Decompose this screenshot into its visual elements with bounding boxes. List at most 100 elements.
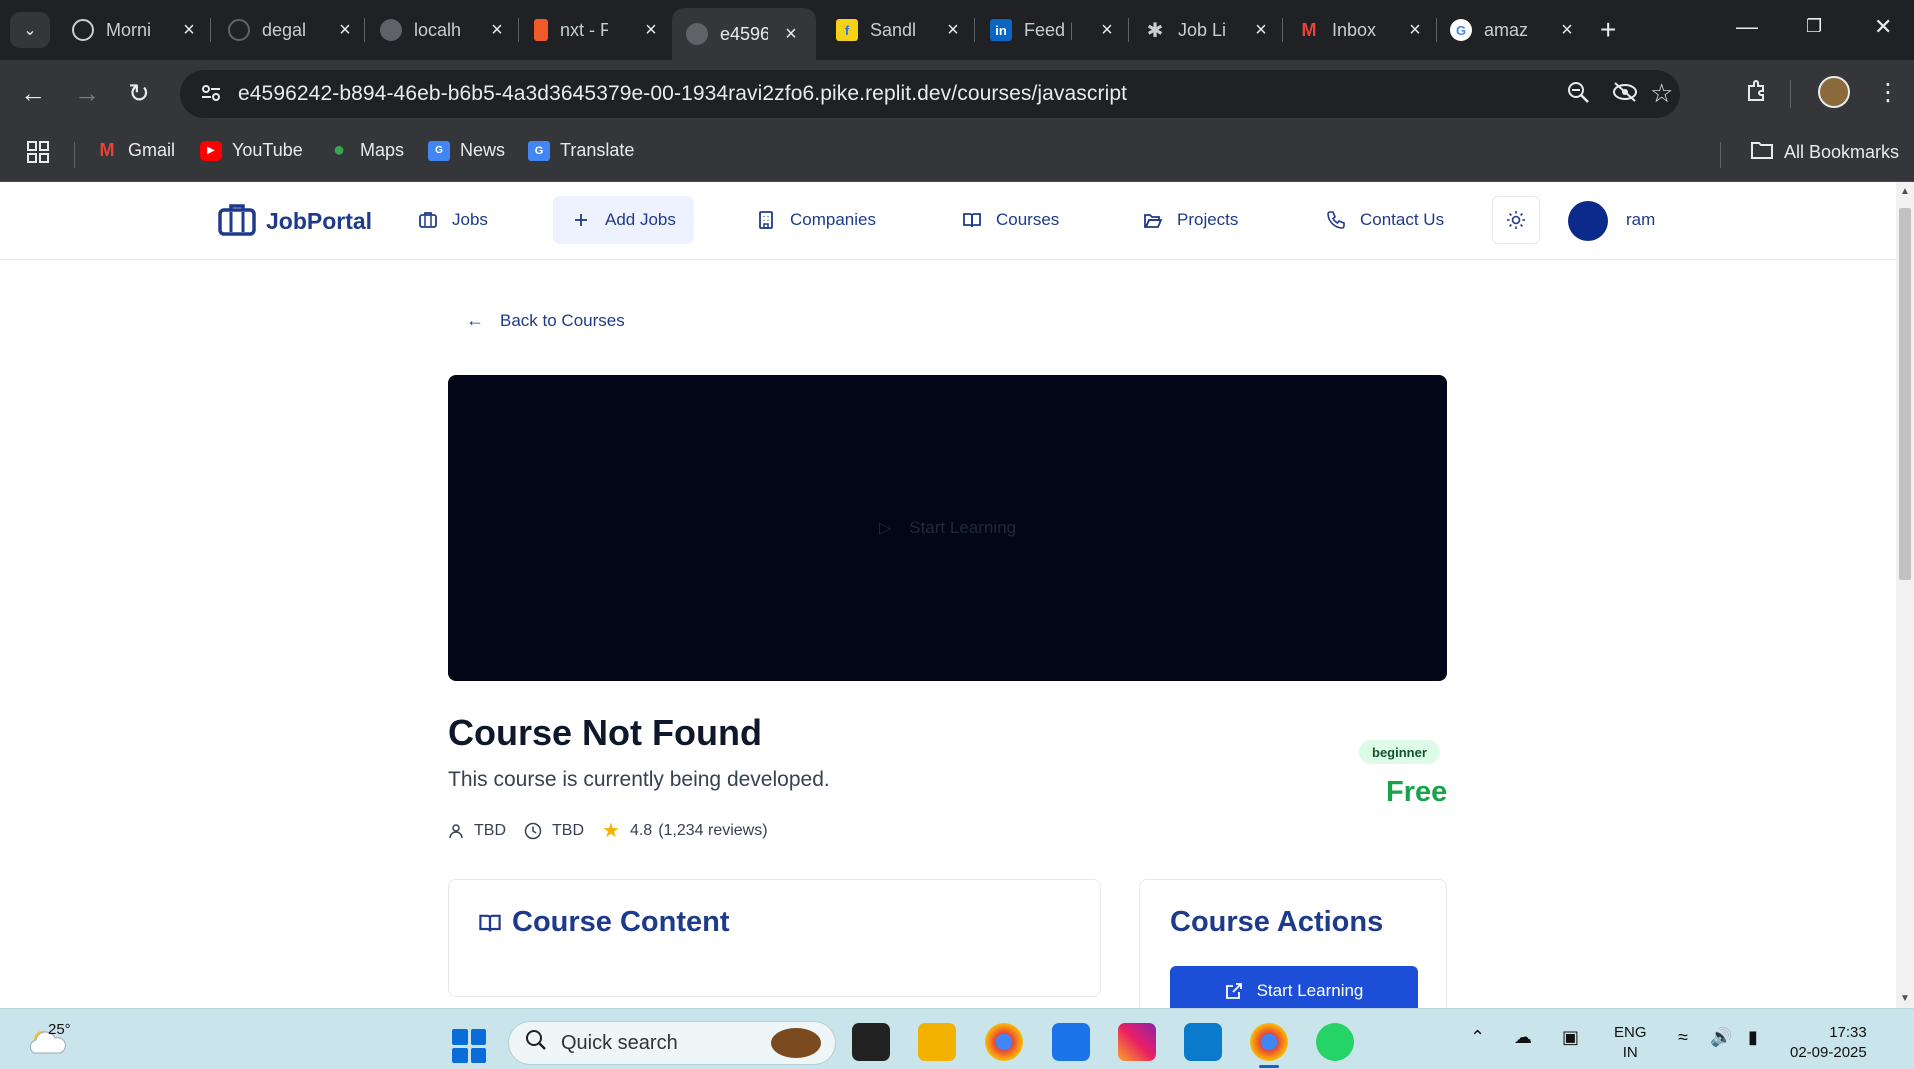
browser-tab-active[interactable]: e4596 × xyxy=(672,8,816,60)
extensions-icon[interactable] xyxy=(1744,78,1770,111)
close-icon[interactable]: × xyxy=(1096,19,1118,42)
nav-courses[interactable]: Courses xyxy=(962,196,1059,244)
close-icon[interactable]: × xyxy=(178,19,200,42)
page-scrollbar[interactable]: ▲ ▼ xyxy=(1896,182,1914,1008)
course-content-card: Course Content xyxy=(448,879,1101,997)
openai-icon xyxy=(72,19,94,41)
scroll-down-icon[interactable]: ▼ xyxy=(1900,993,1910,1004)
back-to-courses-link[interactable]: ← Back to Courses xyxy=(466,310,625,331)
battery-status-icon[interactable]: ▣ xyxy=(1562,1027,1579,1048)
windows-start-icon[interactable] xyxy=(452,1029,486,1063)
browser-tab[interactable]: in Feed | × xyxy=(990,8,1118,52)
chevron-up-icon[interactable]: ⌃ xyxy=(1470,1027,1485,1048)
play-icon: ▷ xyxy=(878,520,892,537)
minimize-icon[interactable]: — xyxy=(1736,14,1758,40)
bookmark-youtube[interactable]: ▶ YouTube xyxy=(200,140,303,161)
browser-tab[interactable]: Morni × xyxy=(72,8,200,52)
more-vertical-icon[interactable]: ⋮ xyxy=(1876,78,1900,107)
gmail-icon: M xyxy=(99,140,115,160)
new-tab-button[interactable]: + xyxy=(1600,14,1616,46)
nav-jobs[interactable]: Jobs xyxy=(418,196,488,244)
close-icon[interactable]: × xyxy=(1250,19,1272,42)
site-logo[interactable]: JobPortal xyxy=(218,202,372,241)
reload-icon[interactable]: ↻ xyxy=(128,78,150,109)
user-icon xyxy=(449,823,463,838)
notepad-icon[interactable] xyxy=(1052,1023,1090,1061)
asterisk-icon: ✱ xyxy=(1146,19,1164,42)
user-name[interactable]: ram xyxy=(1626,210,1655,230)
close-icon[interactable]: × xyxy=(1556,19,1578,42)
wifi-icon[interactable]: ≈ xyxy=(1678,1027,1688,1048)
flipkart-icon: f xyxy=(836,19,858,41)
bookmark-gmail[interactable]: M Gmail xyxy=(96,140,176,161)
all-bookmarks[interactable]: All Bookmarks xyxy=(1750,140,1899,165)
nav-companies[interactable]: Companies xyxy=(756,196,876,244)
book-icon xyxy=(963,213,981,228)
url-text: e4596242-b894-46eb-b6b5-4a3d3645379e-00-… xyxy=(238,82,1128,105)
browser-tab[interactable]: G amaz × xyxy=(1450,8,1578,52)
book-open-icon xyxy=(479,914,501,932)
whatsapp-icon[interactable] xyxy=(1316,1023,1354,1061)
onedrive-icon[interactable]: ☁ xyxy=(1514,1027,1532,1048)
browser-tab[interactable]: nxt - F × xyxy=(534,8,662,52)
nav-contact-us[interactable]: Contact Us xyxy=(1326,196,1444,244)
profile-avatar[interactable] xyxy=(1818,76,1850,108)
course-video-player[interactable]: ▷ Start Learning xyxy=(448,375,1447,681)
scroll-thumb[interactable] xyxy=(1899,208,1911,580)
building-icon xyxy=(759,211,773,229)
browser-tab[interactable]: degal × xyxy=(228,8,356,52)
site-info-icon[interactable] xyxy=(200,82,224,106)
star-filled-icon: ★ xyxy=(602,820,620,842)
chrome-active-icon[interactable] xyxy=(1250,1023,1288,1061)
maps-pin-icon: ● xyxy=(332,139,346,161)
eye-off-icon[interactable] xyxy=(1612,80,1638,111)
battery-icon[interactable]: ▮ xyxy=(1748,1027,1758,1048)
star-icon[interactable]: ☆ xyxy=(1650,78,1673,109)
bookmark-translate[interactable]: G Translate xyxy=(528,140,634,161)
taskbar-search[interactable]: Quick search xyxy=(508,1021,836,1065)
instructor-meta: TBD xyxy=(448,822,506,840)
zoom-icon[interactable] xyxy=(1566,80,1590,111)
course-actions-card: Course Actions Start Learning xyxy=(1139,879,1447,1008)
clock-icon xyxy=(524,822,542,839)
theme-toggle-button[interactable] xyxy=(1492,196,1540,244)
browser-tab[interactable]: f Sandl × xyxy=(836,8,964,52)
web-page: JobPortal Jobs Add Jobs Companies Course… xyxy=(0,182,1896,1008)
forward-arrow-icon[interactable]: → xyxy=(74,78,100,109)
site-navbar: JobPortal Jobs Add Jobs Companies Course… xyxy=(0,182,1896,260)
close-icon[interactable]: × xyxy=(486,19,508,42)
vscode-icon[interactable] xyxy=(1184,1023,1222,1061)
browser-tab[interactable]: ✱ Job Li × xyxy=(1144,8,1272,52)
close-icon[interactable]: × xyxy=(334,19,356,42)
close-icon[interactable]: × xyxy=(1404,19,1426,42)
start-learning-button[interactable]: Start Learning xyxy=(1170,966,1418,1008)
back-arrow-icon[interactable]: ← xyxy=(20,78,46,109)
tab-search-button[interactable]: ⌄ xyxy=(10,12,50,48)
volume-icon[interactable]: 🔊 xyxy=(1710,1027,1732,1048)
browser-tab[interactable]: M Inbox × xyxy=(1298,8,1426,52)
nav-add-jobs[interactable]: Add Jobs xyxy=(553,196,694,244)
chrome-icon[interactable] xyxy=(985,1023,1023,1061)
file-explorer-icon[interactable] xyxy=(918,1023,956,1061)
bookmark-maps[interactable]: ● Maps xyxy=(328,139,404,161)
nav-projects[interactable]: Projects xyxy=(1143,196,1238,244)
close-window-icon[interactable]: ✕ xyxy=(1874,14,1892,40)
windows-taskbar: 25° Quick search ⌃ ☁ ▣ ENG IN ≈ 🔊 ▮ 17:3… xyxy=(0,1008,1914,1069)
apps-grid-icon[interactable] xyxy=(26,140,50,164)
user-avatar[interactable] xyxy=(1568,201,1608,241)
system-clock[interactable]: 17:33 02-09-2025 xyxy=(1790,1023,1867,1063)
scroll-up-icon[interactable]: ▲ xyxy=(1900,186,1910,197)
video-start-learning[interactable]: ▷ Start Learning xyxy=(879,518,1016,538)
close-icon[interactable]: × xyxy=(780,23,802,46)
close-icon[interactable]: × xyxy=(942,19,964,42)
translate-icon: G xyxy=(528,140,550,161)
language-indicator[interactable]: ENG IN xyxy=(1614,1023,1647,1063)
restore-icon[interactable]: ❐ xyxy=(1806,16,1822,37)
browser-tab[interactable]: localh × xyxy=(380,8,508,52)
address-bar[interactable]: e4596242-b894-46eb-b6b5-4a3d3645379e-00-… xyxy=(180,70,1680,118)
rating-meta: ★ 4.8 xyxy=(602,820,653,842)
bookmark-news[interactable]: G News xyxy=(428,140,505,161)
task-view-icon[interactable] xyxy=(852,1023,890,1061)
close-icon[interactable]: × xyxy=(640,19,662,42)
instagram-icon[interactable] xyxy=(1118,1023,1156,1061)
